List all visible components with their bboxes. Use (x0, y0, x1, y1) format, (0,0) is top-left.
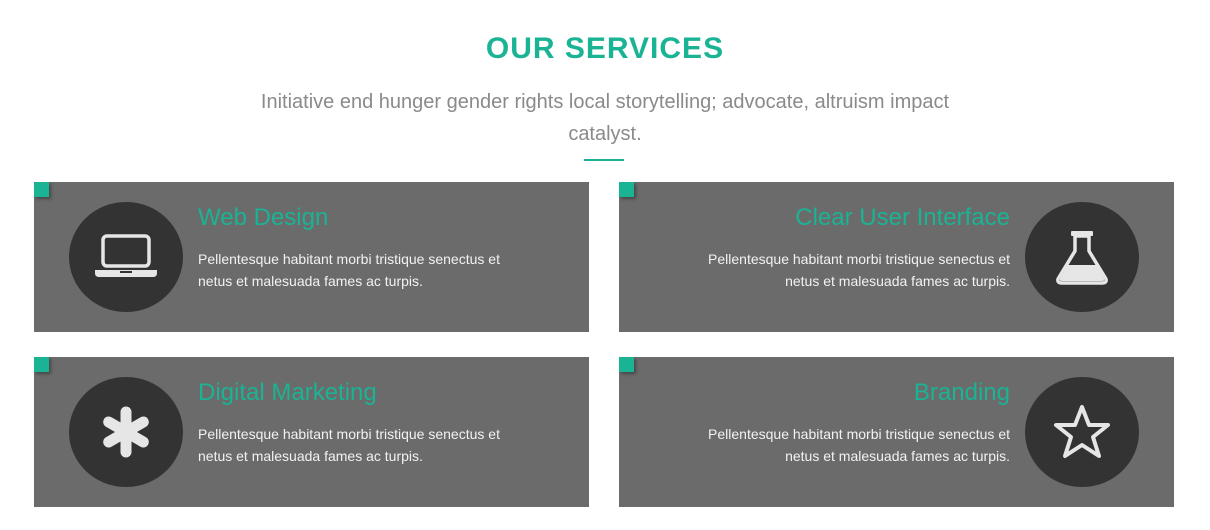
service-title: Branding (913, 379, 1010, 406)
asterisk-icon (69, 377, 183, 487)
section-divider (584, 159, 624, 161)
service-description: Pellentesque habitant morbi tristique se… (708, 251, 1010, 289)
service-title: Digital Marketing (198, 379, 377, 406)
service-title: Web Design (198, 204, 329, 231)
card-corner-accent (34, 357, 49, 372)
service-card-branding: Branding Pellentesque habitant morbi tri… (619, 357, 1174, 507)
section-title: OUR SERVICES (485, 32, 725, 65)
service-card-clear-user-interface: Clear User Interface Pellentesque habita… (619, 182, 1174, 332)
card-corner-accent (619, 357, 634, 372)
service-description: Pellentesque habitant morbi tristique se… (708, 426, 1010, 464)
card-corner-accent (34, 182, 49, 197)
laptop-icon (69, 202, 183, 312)
star-icon (1025, 377, 1139, 487)
flask-icon (1025, 202, 1139, 312)
section-subtitle: Initiative end hunger gender rights loca… (260, 91, 950, 145)
service-title: Clear User Interface (795, 204, 1010, 231)
service-card-web-design: Web Design Pellentesque habitant morbi t… (34, 182, 589, 332)
card-corner-accent (619, 182, 634, 197)
service-description: Pellentesque habitant morbi tristique se… (198, 426, 500, 464)
service-card-digital-marketing: Digital Marketing Pellentesque habitant … (34, 357, 589, 507)
service-description: Pellentesque habitant morbi tristique se… (198, 251, 500, 289)
